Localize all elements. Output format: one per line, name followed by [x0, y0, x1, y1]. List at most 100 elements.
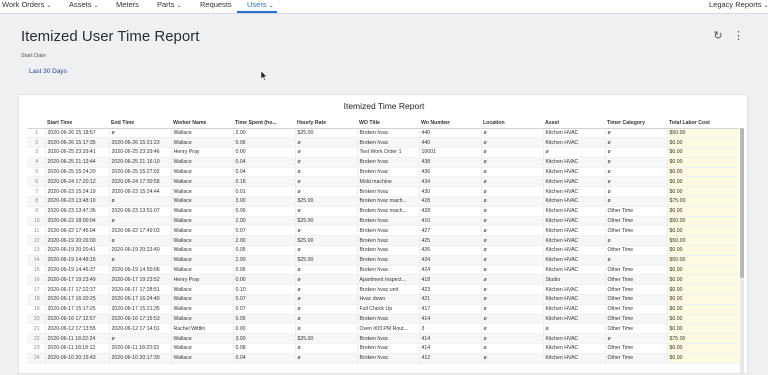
column-header[interactable]: Timer Category	[605, 119, 667, 129]
nav-meters[interactable]: Meters	[116, 0, 139, 13]
table-cell: 2020-06-24 17:30:58	[109, 176, 172, 188]
column-header[interactable]: WO Title	[357, 119, 419, 129]
table-row[interactable]: 12 2020-06-19 20:26:00 ø Wallace 2.00 $25.00 B…	[27, 235, 739, 247]
table-cell: ø	[109, 255, 172, 266]
column-header[interactable]	[27, 119, 45, 129]
table-cell: Kitchen HVAC	[543, 353, 606, 364]
column-header[interactable]: Time Spent (ho...	[233, 119, 295, 129]
table-cell: Broken hvac	[357, 137, 420, 149]
table-cell: Broken hvac mach...	[357, 196, 420, 207]
table-row[interactable]: 15 2020-06-19 14:46:37 2020-06-19 14:50:06…	[27, 265, 739, 276]
page-title: Itemized User Time Report	[21, 28, 200, 45]
table-cell: Wallace	[171, 186, 234, 198]
table-cell: Henry Pray	[171, 147, 234, 158]
table-cell: ø	[481, 343, 544, 354]
table-row[interactable]: 23 2020-06-11 18:18:12 2020-06-11 18:23:02…	[27, 343, 739, 354]
start-date-selector[interactable]: Last 30 Days	[29, 68, 67, 75]
table-row[interactable]: 9 2020-06-23 13:47:36 2020-06-23 13:51:07 W…	[27, 206, 739, 217]
scrollbar-thumb[interactable]	[740, 128, 744, 278]
refresh-icon[interactable]: ↻	[712, 30, 724, 42]
table-row[interactable]: 4 2020-06-25 21:13:44 2020-06-25 21:16:10 W…	[27, 157, 739, 168]
table-row[interactable]: 2 2020-06-26 15:17:35 2020-06-26 15:21:23 W…	[27, 137, 739, 149]
table-cell: Kitchen HVAC	[543, 255, 606, 266]
table-cell: Broken hvac	[357, 245, 420, 256]
nav-work-orders[interactable]: Work Orders ⌄	[2, 0, 51, 13]
table-cell: Wallace	[171, 265, 234, 276]
table-cell: Rachel Wittlin	[171, 323, 234, 335]
nav-parts[interactable]: Parts ⌄	[157, 0, 182, 13]
table-cell: Broken hvac	[357, 255, 420, 266]
table-cell: 424	[419, 255, 482, 266]
table-row[interactable]: 13 2020-06-19 20:20:41 2020-06-19 20:23:40…	[27, 245, 739, 256]
table-row[interactable]: 3 2020-06-25 23:29:41 2020-06-25 23:29:46 H…	[27, 147, 739, 158]
table-cell: ø	[109, 216, 172, 227]
column-header[interactable]: Location	[481, 119, 543, 129]
table-cell: Other Time	[605, 206, 668, 217]
table-cell: 2020-06-11 18:18:12	[45, 343, 110, 354]
table-cell: Other Time	[605, 343, 668, 354]
table-row[interactable]: 1 2020-06-26 15:18:57 ø Wallace 2.00 $25.00 Br…	[27, 128, 739, 139]
row-index: 6	[27, 176, 46, 188]
table-row[interactable]: 8 2020-06-23 13:48:10 ø Wallace 3.00 $25.00 Br…	[27, 196, 739, 207]
table-cell: Wallace	[171, 157, 234, 168]
table-cell: Kitchen HVAC	[543, 235, 606, 247]
table-cell: $25.00	[295, 216, 358, 227]
column-header[interactable]: Total Labor Cost	[667, 119, 739, 129]
table-cell: Broken hvac mach...	[357, 206, 420, 217]
chevron-down-icon: ⌄	[93, 3, 99, 9]
nav-requests[interactable]: Requests	[200, 0, 232, 13]
table-cell: 2020-06-25 21:13:44	[45, 157, 110, 168]
table-scrollbar[interactable]	[740, 128, 744, 373]
table-row[interactable]: 19 2020-06-17 15:17:25 2020-06-17 15:21:35…	[27, 304, 739, 315]
table-cell: 2020-06-19 14:48:15	[45, 255, 110, 266]
table-cell: ø	[481, 353, 544, 364]
table-cell: $0.00	[667, 294, 739, 305]
table-cell: Wallace	[171, 294, 234, 305]
table-cell: Henry Pray	[171, 274, 234, 286]
column-header[interactable]: Start Time	[45, 119, 109, 129]
column-header[interactable]: Wo Number	[419, 119, 481, 129]
column-header[interactable]: Worker Name	[171, 119, 233, 129]
row-index: 12	[27, 235, 46, 247]
table-cell: 2020-06-16 17:12:57	[45, 314, 110, 325]
table-row[interactable]: 14 2020-06-19 14:48:15 ø Wallace 2.00 $25.00 B…	[27, 255, 739, 266]
table-cell: ø	[605, 137, 668, 149]
table-row[interactable]: 16 2020-06-17 19:23:49 2020-06-17 19:23:52…	[27, 274, 739, 286]
table-row[interactable]: 22 2020-06-11 18:22:24 ø Wallace 3.00 $25.00 B…	[27, 333, 739, 345]
table-cell: 2020-06-23 13:48:10	[45, 196, 110, 207]
column-header[interactable]: Hourly Rate	[295, 119, 357, 129]
nav-legacy-reports[interactable]: Legacy Reports ⌄	[709, 0, 768, 13]
table-row[interactable]: 5 2020-06-25 15:24:20 2020-06-25 15:27:02 W…	[27, 167, 739, 178]
table-cell: Other Time	[605, 284, 668, 296]
table-cell: 2020-06-17 16:24:40	[109, 294, 172, 305]
nav-users[interactable]: Users ⌄	[237, 0, 277, 13]
table-cell: 2.00	[233, 128, 296, 139]
row-index: 24	[27, 353, 46, 364]
kebab-menu-icon[interactable]: ⋮	[733, 30, 744, 42]
table-cell: 428	[419, 196, 482, 207]
table-cell: 0.00	[233, 274, 296, 286]
table-cell: 0.01	[233, 186, 296, 198]
column-header[interactable]: End Time	[109, 119, 171, 129]
table-row[interactable]: 17 2020-06-17 17:22:37 2020-06-17 17:28:51…	[27, 284, 739, 296]
table-row[interactable]: 10 2020-06-22 18:00:04 ø Wallace 2.00 $25.00 B…	[27, 216, 739, 227]
table-row[interactable]: 18 2020-06-17 16:20:25 2020-06-17 16:24:40…	[27, 294, 739, 305]
table-cell: Kitchen HVAC	[543, 216, 606, 227]
table-row[interactable]: 24 2020-06-10 20:15:43 2020-06-10 20:17:30…	[27, 353, 739, 364]
table-row[interactable]: 7 2020-06-23 15:24:19 2020-06-23 15:24:44 W…	[27, 186, 739, 198]
table-cell: Kitchen HVAC	[543, 167, 606, 178]
table-cell: ø	[481, 196, 544, 207]
table-cell: $0.00	[667, 304, 739, 315]
table-cell: Wallace	[171, 206, 234, 217]
table-cell: Broken hvac	[357, 353, 420, 364]
table-row[interactable]: 21 2020-06-12 17:13:55 2020-06-12 17:14:01…	[27, 323, 739, 335]
table-row[interactable]: 6 2020-06-24 17:20:12 2020-06-24 17:30:58 W…	[27, 176, 739, 188]
column-header[interactable]: Asset	[543, 119, 605, 129]
table-row[interactable]: 11 2020-06-22 17:45:04 2020-06-22 17:49:03…	[27, 225, 739, 237]
nav-assets[interactable]: Assets ⌄	[69, 0, 99, 13]
table-cell: 2020-06-19 20:20:41	[45, 245, 110, 256]
table-cell: 421	[419, 294, 482, 305]
table-cell: Broken hvac	[357, 225, 420, 237]
row-index: 1	[27, 128, 46, 139]
table-row[interactable]: 20 2020-06-16 17:12:57 2020-06-16 17:15:53…	[27, 314, 739, 325]
